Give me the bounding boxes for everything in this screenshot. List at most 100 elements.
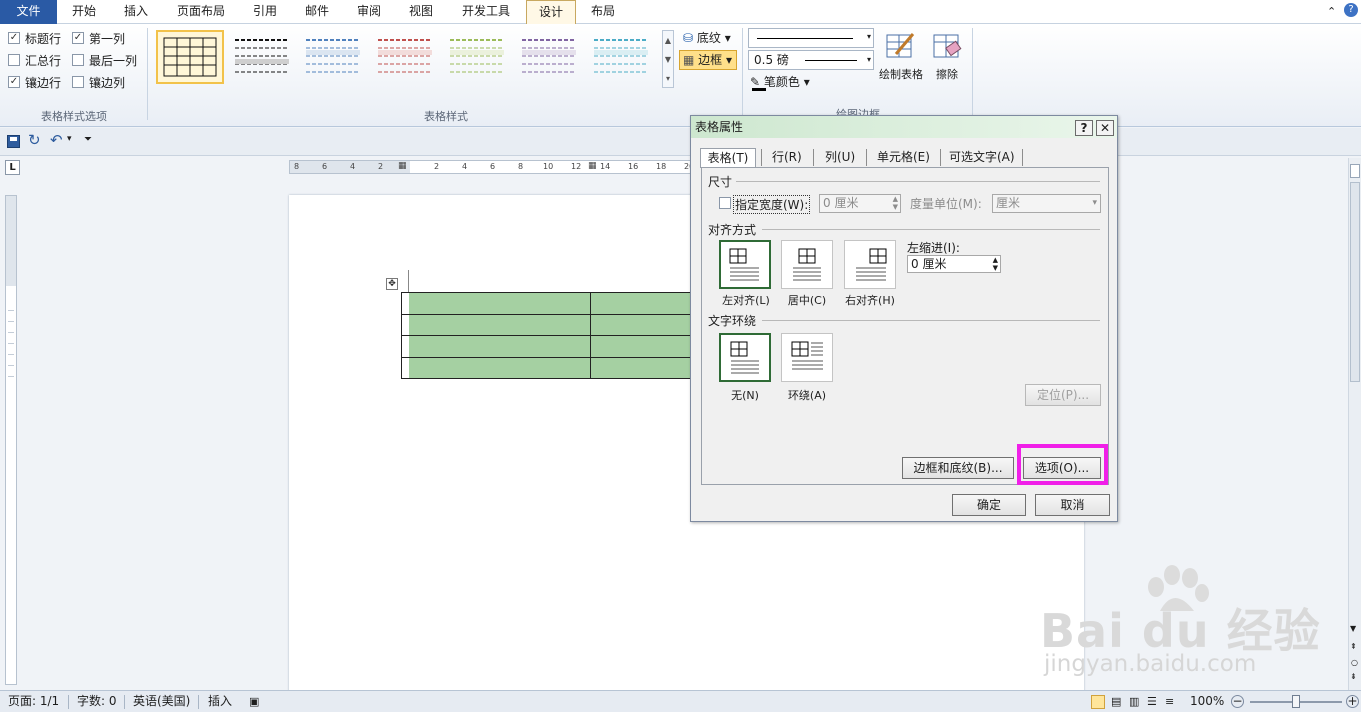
alignment-section-label: 对齐方式 <box>708 223 757 237</box>
line-weight-dropdown[interactable]: 0.5 磅 ▾ <box>748 50 874 70</box>
outline-view-icon[interactable]: ☰ <box>1147 691 1157 712</box>
style-options-group-label: 表格样式选项 <box>41 110 107 123</box>
ruler-tick: 4 <box>350 162 356 171</box>
tab-home[interactable]: 开始 <box>60 0 108 24</box>
table-style-thumb-grid[interactable] <box>156 30 224 84</box>
save-icon[interactable] <box>7 135 20 148</box>
line-style-dropdown[interactable]: ▾ <box>748 28 874 48</box>
tab-developer[interactable]: 开发工具 <box>450 0 522 24</box>
banded-columns-checkbox[interactable] <box>72 76 84 88</box>
wrap-around-label: 环绕(A) <box>787 389 827 402</box>
table-move-handle-icon[interactable]: ✥ <box>386 278 398 290</box>
ruler-tick: 14 <box>600 162 611 171</box>
group-divider <box>972 28 973 120</box>
wrap-around-option[interactable] <box>781 333 833 382</box>
header-row-checkbox[interactable]: ✓ <box>8 32 20 44</box>
banded-rows-label: 镶边行 <box>25 76 62 90</box>
tab-references[interactable]: 引用 <box>241 0 289 24</box>
align-center-option[interactable] <box>781 240 833 289</box>
dialog-tab-cell[interactable]: 单元格(E) <box>877 149 930 167</box>
table-style-thumb-aqua[interactable] <box>588 30 656 84</box>
left-indent-input[interactable]: 0 厘米 ▲ ▼ <box>907 255 1001 273</box>
borders-label: 边框 <box>698 53 723 67</box>
tab-page-layout[interactable]: 页面布局 <box>166 0 236 24</box>
tab-design[interactable]: 设计 <box>526 0 576 25</box>
align-center-label: 居中(C) <box>787 294 827 307</box>
vertical-scrollbar[interactable]: ▼ ⇞ ○ ⇟ <box>1348 158 1361 690</box>
total-row-checkbox[interactable] <box>8 54 20 66</box>
zoom-in-icon[interactable]: + <box>1346 695 1359 708</box>
table-style-thumb-blue[interactable] <box>300 30 368 84</box>
preferred-width-checkbox[interactable] <box>719 197 731 209</box>
last-column-checkbox[interactable] <box>72 54 84 66</box>
ruler-tick: 4 <box>462 162 468 171</box>
tab-view[interactable]: 视图 <box>397 0 445 24</box>
zoom-out-icon[interactable]: − <box>1231 695 1244 708</box>
status-words[interactable]: 字数: 0 <box>77 691 117 712</box>
baidu-watermark: Bai du 经验 jingyan.baidu.com <box>1040 565 1340 685</box>
customize-toolbar-icon[interactable]: ⏷ <box>84 134 92 145</box>
align-right-option[interactable] <box>844 240 896 289</box>
zoom-slider-thumb[interactable] <box>1292 695 1300 708</box>
print-layout-view-icon[interactable] <box>1091 695 1105 709</box>
tab-file[interactable]: 文件 <box>0 0 57 24</box>
tab-review[interactable]: 审阅 <box>345 0 393 24</box>
ruler-tick: 18 <box>656 162 667 171</box>
column-marker-icon[interactable]: ▦ <box>398 161 407 171</box>
status-page[interactable]: 页面: 1/1 <box>8 691 59 712</box>
dialog-titlebar[interactable]: 表格属性 <box>691 116 1117 138</box>
undo-icon[interactable]: ↶ <box>50 131 63 149</box>
repeat-icon[interactable]: ↻ <box>28 131 41 149</box>
tab-insert[interactable]: 插入 <box>112 0 160 24</box>
quick-access-toolbar: ↻ ↶ ▾ ⏷ <box>0 128 1361 156</box>
full-screen-view-icon[interactable]: ▤ <box>1111 691 1121 712</box>
column-marker-icon[interactable]: ▦ <box>588 161 597 171</box>
tab-layout[interactable]: 布局 <box>579 0 627 24</box>
wrap-none-option[interactable] <box>719 333 771 382</box>
eraser-icon[interactable] <box>931 30 963 62</box>
dialog-tab-table[interactable]: 表格(T) <box>700 148 756 168</box>
unit-label: 度量单位(M): <box>910 197 982 211</box>
dialog-title: 表格属性 <box>695 120 744 134</box>
table-styles-group-label: 表格样式 <box>424 110 468 123</box>
dialog-tab-alt-text[interactable]: 可选文字(A) <box>949 149 1015 167</box>
web-layout-view-icon[interactable]: ▥ <box>1129 691 1139 712</box>
dialog-help-button[interactable]: ? <box>1075 120 1093 136</box>
macro-record-icon[interactable]: ▣ <box>249 691 259 712</box>
draft-view-icon[interactable]: ≡ <box>1165 691 1174 712</box>
width-input[interactable]: 0 厘米 ▲ ▼ <box>819 194 901 213</box>
cancel-button[interactable]: 取消 <box>1035 494 1110 516</box>
dialog-tab-column[interactable]: 列(U) <box>825 149 855 167</box>
borders-button[interactable]: ▦ 边框 ▾ <box>679 50 737 70</box>
borders-shading-button[interactable]: 边框和底纹(B)... <box>902 457 1014 479</box>
status-language[interactable]: 英语(美国) <box>133 691 190 712</box>
unit-dropdown[interactable]: 厘米 ▾ <box>992 194 1101 213</box>
align-left-option[interactable] <box>719 240 771 289</box>
tab-mailings[interactable]: 邮件 <box>293 0 341 24</box>
dialog-tab-row[interactable]: 行(R) <box>772 149 802 167</box>
table-style-thumb-purple[interactable] <box>516 30 584 84</box>
first-column-checkbox[interactable]: ✓ <box>72 32 84 44</box>
zoom-level[interactable]: 100% <box>1190 691 1224 712</box>
draw-table-label[interactable]: 绘制表格 <box>874 66 928 82</box>
table-style-thumb-green[interactable] <box>444 30 512 84</box>
positioning-button[interactable]: 定位(P)... <box>1025 384 1101 406</box>
dialog-close-button[interactable]: ✕ <box>1096 120 1114 136</box>
eraser-label[interactable]: 擦除 <box>928 66 966 82</box>
preferred-width-label[interactable]: 指定宽度(W): <box>733 195 811 214</box>
paint-bucket-icon: ⛁ <box>683 31 694 45</box>
minimize-ribbon-icon[interactable]: ⌃ <box>1327 5 1336 18</box>
table-style-thumb-red[interactable] <box>372 30 440 84</box>
help-icon[interactable]: ? <box>1344 3 1358 17</box>
undo-dropdown-icon[interactable]: ▾ <box>67 134 72 144</box>
table-style-thumb-black[interactable] <box>229 30 297 84</box>
ribbon: ✓ 标题行 ✓ 第一列 汇总行 最后一列 ✓ 镶边行 镶边列 表格样式选项 ▲ ▼… <box>0 24 1361 127</box>
ok-button[interactable]: 确定 <box>952 494 1026 516</box>
gallery-scroll[interactable]: ▲ ▼ ▾ <box>662 30 674 88</box>
shading-button[interactable]: ⛁ 底纹 ▾ <box>683 29 731 46</box>
draw-table-icon[interactable] <box>884 30 916 62</box>
status-mode[interactable]: 插入 <box>208 691 232 712</box>
tab-selector[interactable]: L <box>5 160 20 175</box>
left-indent-value: 0 厘米 <box>911 257 947 271</box>
banded-rows-checkbox[interactable]: ✓ <box>8 76 20 88</box>
